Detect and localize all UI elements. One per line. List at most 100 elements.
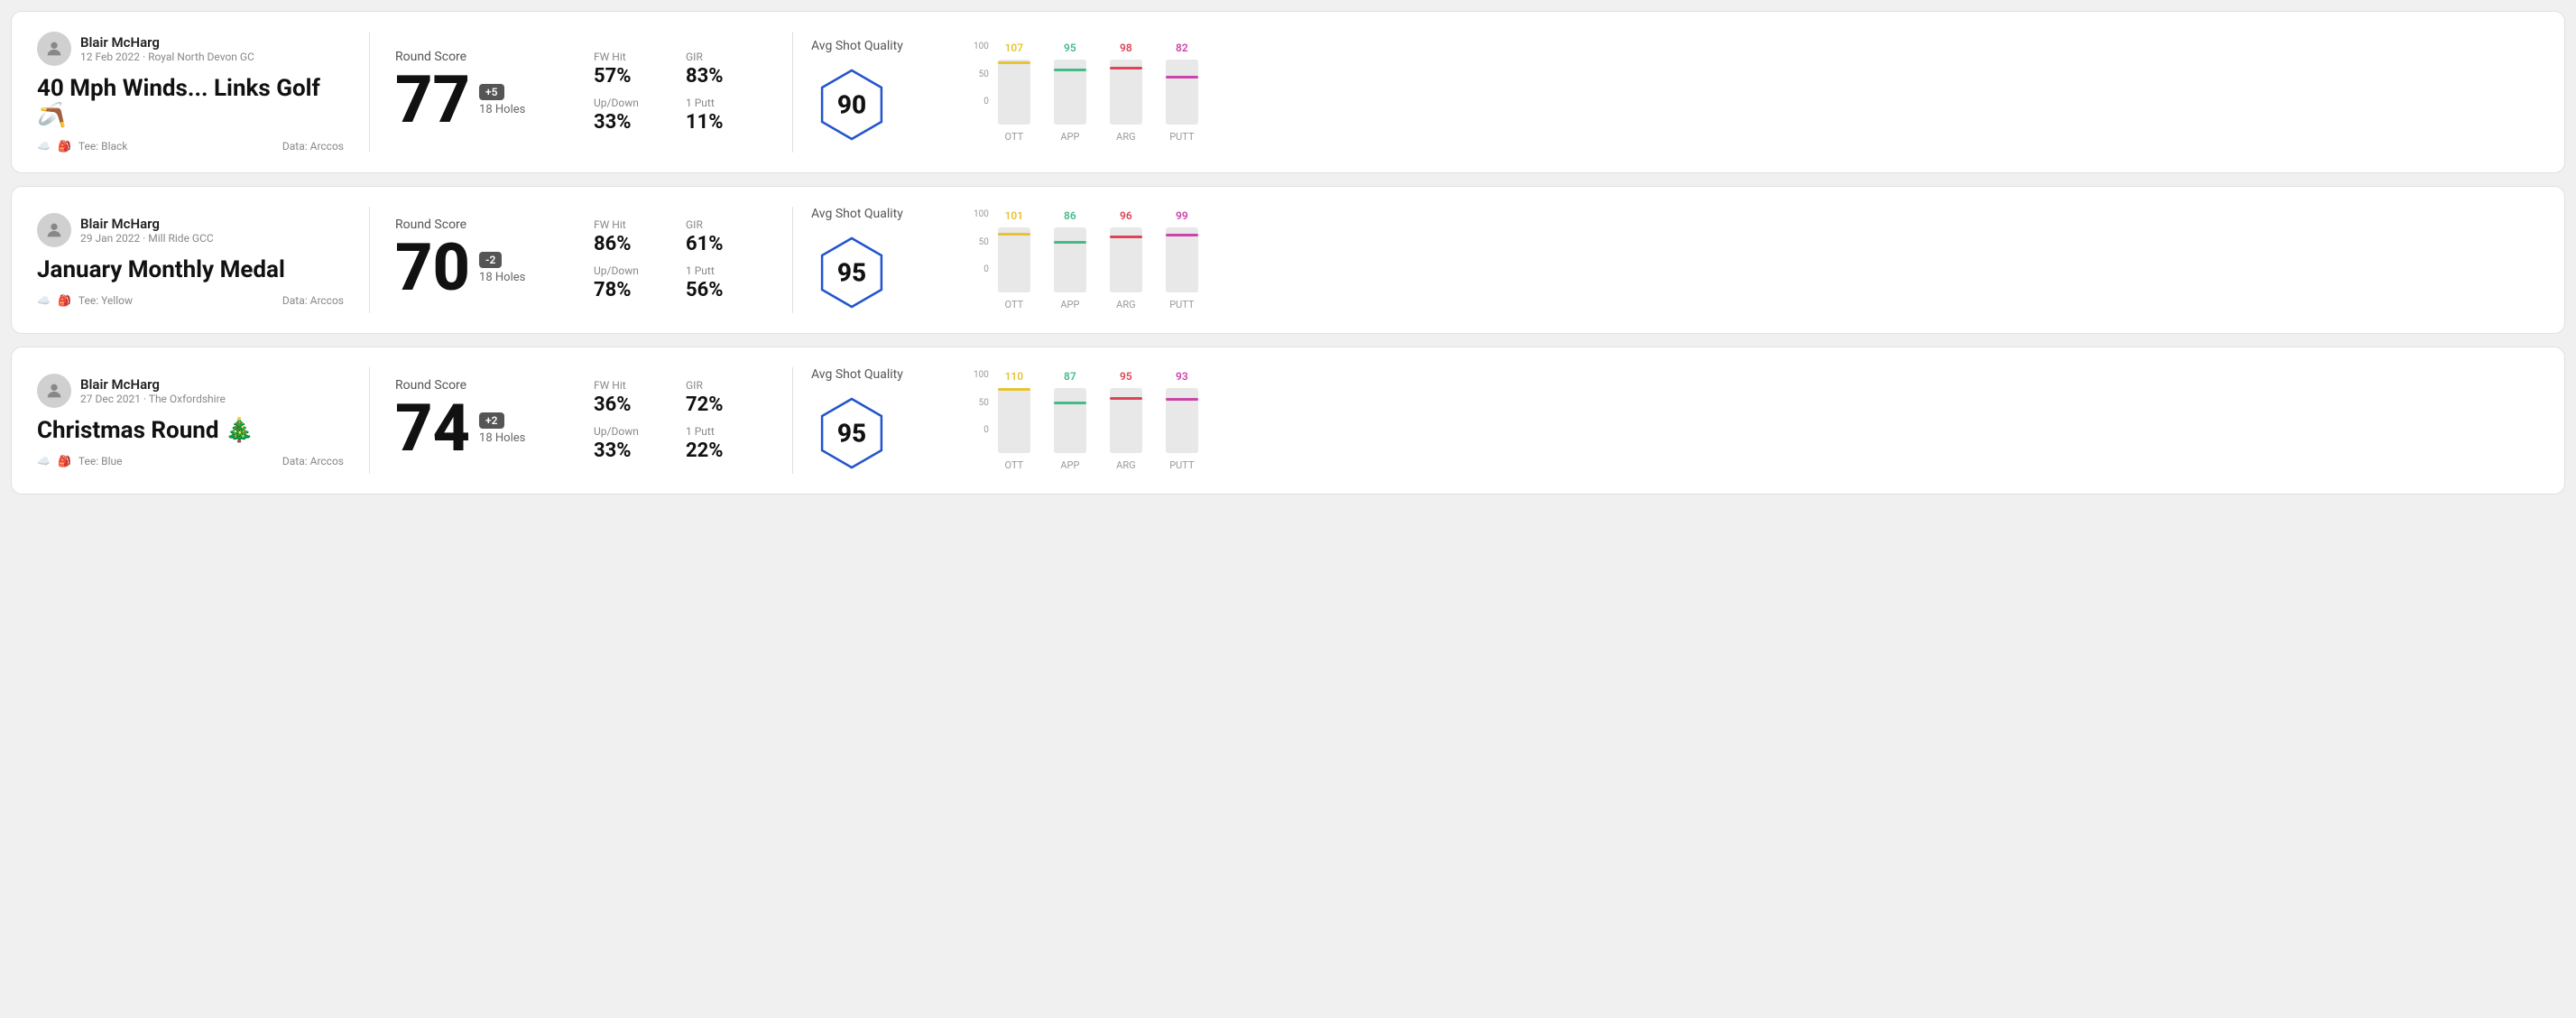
chart-col-app: 87 APP: [1048, 370, 1092, 471]
divider-2: [792, 367, 793, 474]
holes: 18 Holes: [479, 271, 525, 284]
chart-value-app: 87: [1064, 370, 1076, 383]
score-diff: -2: [479, 252, 502, 268]
date-course: 27 Dec 2021 · The Oxfordshire: [80, 393, 226, 405]
gir-value: 72%: [686, 393, 756, 416]
chart-label-app: APP: [1060, 299, 1079, 310]
date-course: 12 Feb 2022 · Royal North Devon GC: [80, 51, 254, 63]
chart-col-arg: 96 ARG: [1104, 209, 1148, 310]
score-badge: -2 18 Holes: [479, 252, 525, 284]
weather-icon: ☁️: [37, 140, 51, 153]
fw-hit-stat: FW Hit 86%: [594, 218, 664, 255]
divider-1: [369, 32, 370, 153]
score-number: 70: [395, 236, 470, 301]
user-info: Blair McHarg 29 Jan 2022 · Mill Ride GCC: [80, 216, 214, 245]
score-section: Round Score 74 +2 18 Holes: [395, 378, 576, 463]
chart-col-arg: 98 ARG: [1104, 42, 1148, 143]
date-course: 29 Jan 2022 · Mill Ride GCC: [80, 232, 214, 245]
bar-line-putt: [1166, 398, 1198, 401]
one-putt-value: 56%: [686, 279, 756, 301]
one-putt-value: 11%: [686, 111, 756, 134]
tee-label: Tee: Blue: [78, 455, 123, 467]
bar-ott: [998, 60, 1030, 125]
one-putt-value: 22%: [686, 440, 756, 462]
round-left: Blair McHarg 12 Feb 2022 · Royal North D…: [37, 32, 344, 153]
chart-label-putt: PUTT: [1169, 131, 1194, 143]
fw-hit-value: 86%: [594, 233, 664, 255]
score-section: Round Score 70 -2 18 Holes: [395, 217, 576, 302]
bar-arg: [1110, 227, 1142, 292]
bar-arg: [1110, 388, 1142, 453]
axis-label-0: 0: [983, 97, 989, 106]
hexagon: 95: [811, 393, 892, 474]
divider-1: [369, 207, 370, 313]
hexagon-score: 95: [837, 258, 866, 288]
user-row: Blair McHarg 29 Jan 2022 · Mill Ride GCC: [37, 213, 344, 247]
chart-label-ott: OTT: [1005, 459, 1024, 471]
user-name: Blair McHarg: [80, 34, 254, 51]
divider-2: [792, 207, 793, 313]
chart-value-putt: 99: [1176, 209, 1188, 222]
chart-value-putt: 93: [1176, 370, 1188, 383]
tee-label: Tee: Black: [78, 140, 127, 153]
score-number: 77: [395, 68, 470, 133]
avatar: [37, 374, 71, 408]
tee-label: Tee: Yellow: [78, 294, 133, 307]
bar-line-putt: [1166, 76, 1198, 79]
fw-hit-stat: FW Hit 57%: [594, 51, 664, 88]
avatar: [37, 213, 71, 247]
one-putt-label: 1 Putt: [686, 97, 756, 109]
bar-line-arg: [1110, 236, 1142, 238]
user-name: Blair McHarg: [80, 376, 226, 393]
one-putt-stat: 1 Putt 56%: [686, 264, 756, 301]
bar-putt: [1166, 388, 1198, 453]
up-down-stat: Up/Down 78%: [594, 264, 664, 301]
chart-value-app: 86: [1064, 209, 1076, 222]
axis-label-0: 0: [983, 264, 989, 274]
weather-icon: ☁️: [37, 455, 51, 467]
fw-hit-value: 57%: [594, 65, 664, 88]
chart-value-ott: 107: [1005, 42, 1024, 54]
bar-line-app: [1054, 402, 1086, 404]
bar-app: [1054, 227, 1086, 292]
chart-label-arg: ARG: [1116, 131, 1135, 143]
stats-grid: FW Hit 36% GIR 72% Up/Down 33% 1 Putt 22…: [594, 379, 756, 462]
bar-app: [1054, 60, 1086, 125]
quality-section: Avg Shot Quality 95: [811, 207, 956, 313]
user-row: Blair McHarg 27 Dec 2021 · The Oxfordshi…: [37, 374, 344, 408]
chart-value-app: 95: [1064, 42, 1076, 54]
one-putt-label: 1 Putt: [686, 425, 756, 438]
round-left: Blair McHarg 27 Dec 2021 · The Oxfordshi…: [37, 374, 344, 467]
round-card: Blair McHarg 12 Feb 2022 · Royal North D…: [11, 11, 2565, 173]
tee-row: ☁️ 🎒 Tee: Yellow Data: Arccos: [37, 294, 344, 307]
bag-icon: 🎒: [58, 294, 71, 307]
up-down-stat: Up/Down 33%: [594, 425, 664, 462]
chart-col-ott: 101 OTT: [993, 209, 1036, 310]
score-main: 70 -2 18 Holes: [395, 236, 576, 301]
user-icon: [44, 220, 64, 240]
score-diff: +5: [479, 84, 503, 100]
gir-label: GIR: [686, 379, 756, 392]
chart-label-arg: ARG: [1116, 459, 1135, 471]
chart-col-app: 95 APP: [1048, 42, 1092, 143]
chart-value-arg: 95: [1120, 370, 1132, 383]
quality-section: Avg Shot Quality 95: [811, 367, 956, 474]
divider-2: [792, 32, 793, 153]
chart-col-putt: 99 PUTT: [1160, 209, 1204, 310]
bar-ott: [998, 388, 1030, 453]
hexagon-score: 95: [837, 419, 866, 449]
score-diff: +2: [479, 412, 503, 429]
bar-line-ott: [998, 61, 1030, 64]
axis-label-50: 50: [979, 69, 989, 79]
chart-section: 100 50 0 110 OTT 87 APP: [956, 370, 2539, 471]
avg-shot-quality-label: Avg Shot Quality: [811, 39, 903, 53]
score-main: 77 +5 18 Holes: [395, 68, 576, 133]
chart-col-app: 86 APP: [1048, 209, 1092, 310]
axis-label-50: 50: [979, 398, 989, 408]
bag-icon: 🎒: [58, 455, 71, 467]
chart-value-putt: 82: [1176, 42, 1188, 54]
gir-label: GIR: [686, 51, 756, 63]
bar-line-app: [1054, 241, 1086, 244]
weather-icon: ☁️: [37, 294, 51, 307]
bag-icon: 🎒: [58, 140, 71, 153]
